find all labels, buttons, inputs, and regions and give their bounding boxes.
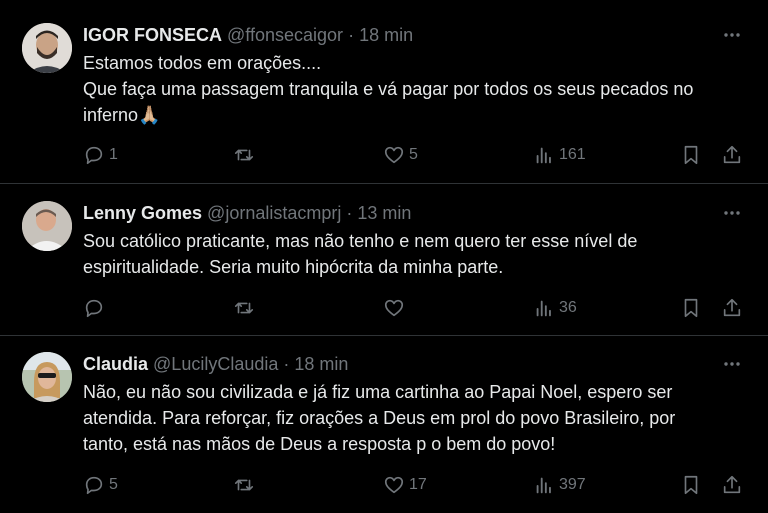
- reply-icon: [85, 299, 103, 318]
- user-handle[interactable]: @jornalistacmprj: [207, 203, 341, 223]
- like-button[interactable]: 17: [383, 473, 427, 497]
- more-icon[interactable]: [722, 203, 742, 223]
- retweet-icon: [234, 479, 254, 491]
- share-icon: [723, 475, 741, 494]
- tweet-header: IGOR FONSECA @ffonsecaigor · 18 min: [83, 24, 708, 46]
- reply-count: 5: [109, 476, 118, 493]
- bookmark-icon: [684, 298, 698, 318]
- separator-dot: ·: [348, 25, 355, 45]
- bookmark-icon: [684, 145, 698, 165]
- tweet-1[interactable]: IGOR FONSECA @ffonsecaigor · 18 min Esta…: [0, 0, 768, 184]
- tweet-text: Não, eu não sou civilizada e já fiz uma …: [83, 379, 750, 457]
- avatar[interactable]: [22, 352, 72, 402]
- heart-icon: [384, 299, 404, 317]
- tweet-header: Lenny Gomes @jornalistacmprj · 13 min: [83, 202, 708, 224]
- share-button[interactable]: [721, 143, 743, 167]
- avatar[interactable]: [22, 201, 72, 251]
- reply-icon: [85, 476, 103, 495]
- views-count: 397: [559, 476, 586, 493]
- like-count: 17: [409, 476, 427, 493]
- tweet-text-line: Não, eu não sou civilizada e já fiz uma …: [83, 382, 673, 402]
- action-bar: 1 5 161: [83, 143, 748, 167]
- avatar-photo: [22, 23, 72, 73]
- heart-icon: [384, 146, 404, 164]
- avatar-photo: [22, 201, 72, 251]
- retweet-icon: [234, 302, 254, 314]
- avatar[interactable]: [22, 23, 72, 73]
- retweet-icon: [234, 149, 254, 161]
- tweet-text-line: Sou católico praticante, mas não tenho e…: [83, 231, 638, 251]
- tweet-text-line: tanto, está nas mãos de Deus a resposta …: [83, 434, 556, 454]
- bookmark-button[interactable]: [680, 143, 702, 167]
- tweet-2[interactable]: Lenny Gomes @jornalistacmprj · 13 min So…: [0, 184, 768, 336]
- avatar-photo: [22, 352, 72, 402]
- timestamp[interactable]: 18 min: [294, 354, 348, 374]
- tweet-text-line: atendida. Para reforçar, fiz orações a D…: [83, 408, 676, 428]
- tweet-text-line: Estamos todos em orações....: [83, 53, 322, 73]
- tweet-header: Claudia @LucilyClaudia · 18 min: [83, 353, 708, 375]
- views-icon: [536, 300, 551, 317]
- like-button[interactable]: 5: [383, 143, 418, 167]
- like-count: 5: [409, 146, 418, 163]
- tweet-text-line: Que faça uma passagem tranquila e vá pag…: [83, 79, 694, 99]
- bookmark-icon: [684, 475, 698, 495]
- reply-button[interactable]: [83, 296, 109, 320]
- views-count: 36: [559, 299, 577, 316]
- share-button[interactable]: [721, 296, 743, 320]
- retweet-button[interactable]: [233, 143, 259, 167]
- timestamp[interactable]: 18 min: [359, 25, 413, 45]
- timestamp[interactable]: 13 min: [357, 203, 411, 223]
- views-count: 161: [559, 146, 586, 163]
- heart-icon: [384, 476, 404, 494]
- reply-count: 1: [109, 146, 118, 163]
- bookmark-button[interactable]: [680, 296, 702, 320]
- like-button[interactable]: [383, 296, 409, 320]
- views-button[interactable]: 397: [533, 473, 586, 497]
- display-name[interactable]: Claudia: [83, 354, 148, 374]
- more-icon[interactable]: [722, 25, 742, 45]
- share-icon: [723, 298, 741, 317]
- bookmark-button[interactable]: [680, 473, 702, 497]
- separator-dot: ·: [283, 354, 290, 374]
- tweet-3[interactable]: Claudia @LucilyClaudia · 18 min Não, eu …: [0, 336, 768, 513]
- reply-icon: [85, 146, 103, 165]
- views-button[interactable]: 36: [533, 296, 577, 320]
- share-icon: [723, 145, 741, 164]
- separator-dot: ·: [346, 203, 353, 223]
- tweet-text-line: espiritualidade. Seria muito hipócrita d…: [83, 257, 504, 277]
- share-button[interactable]: [721, 473, 743, 497]
- user-handle[interactable]: @ffonsecaigor: [227, 25, 343, 45]
- action-bar: 5 17 397: [83, 473, 748, 497]
- more-icon[interactable]: [722, 354, 742, 374]
- retweet-button[interactable]: [233, 296, 259, 320]
- tweet-text-line: inferno🙏🏼: [83, 105, 161, 125]
- tweet-text: Sou católico praticante, mas não tenho e…: [83, 228, 750, 280]
- user-handle[interactable]: @LucilyClaudia: [153, 354, 278, 374]
- views-icon: [536, 147, 551, 164]
- display-name[interactable]: IGOR FONSECA: [83, 25, 222, 45]
- action-bar: 36: [83, 296, 748, 320]
- display-name[interactable]: Lenny Gomes: [83, 203, 202, 223]
- views-icon: [536, 477, 551, 494]
- views-button[interactable]: 161: [533, 143, 586, 167]
- reply-button[interactable]: 1: [83, 143, 118, 167]
- retweet-button[interactable]: [233, 473, 259, 497]
- reply-button[interactable]: 5: [83, 473, 118, 497]
- tweet-text: Estamos todos em orações.... Que faça um…: [83, 50, 750, 128]
